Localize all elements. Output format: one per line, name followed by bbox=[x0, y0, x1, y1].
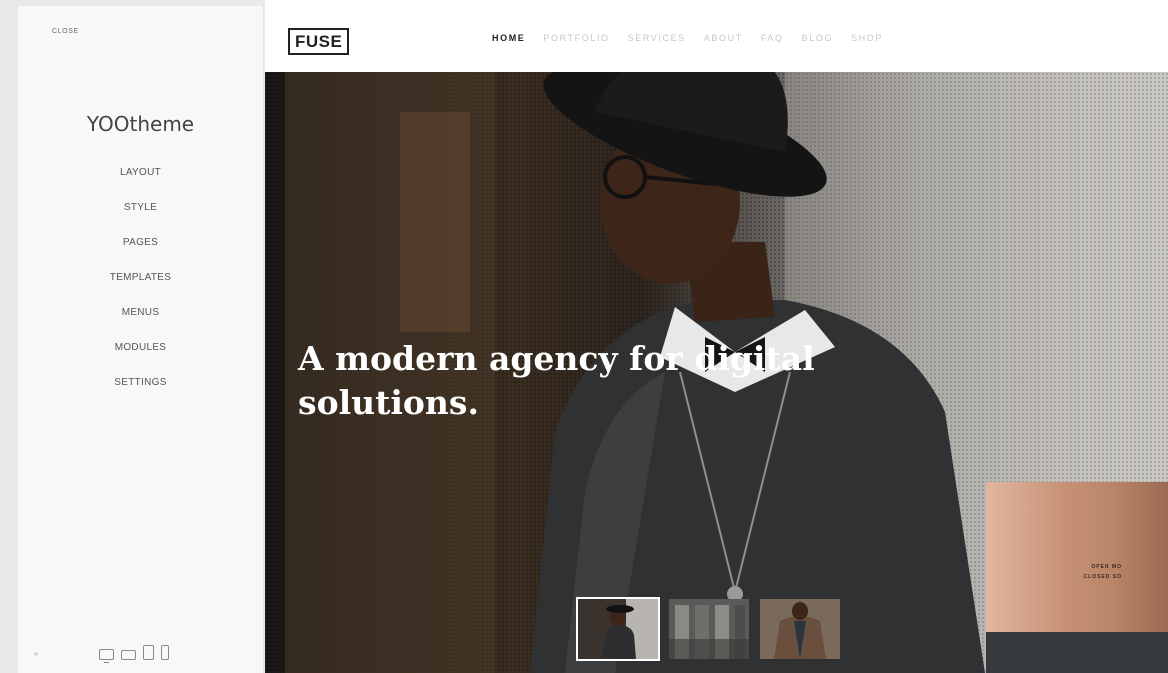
sidebar-title: YOOtheme bbox=[86, 112, 195, 136]
sidebar-nav: LAYOUT STYLE PAGES TEMPLATES MENUS MODUL… bbox=[18, 165, 263, 410]
nav-about[interactable]: ABOUT bbox=[704, 33, 743, 43]
nav-services[interactable]: SERVICES bbox=[628, 33, 686, 43]
double-chevron-left-icon[interactable]: « bbox=[34, 649, 38, 658]
hero-headline: A modern agency for digital solutions. bbox=[298, 339, 815, 422]
card-line-1: OPEN MO bbox=[1091, 564, 1122, 570]
nav-home[interactable]: HOME bbox=[492, 33, 525, 43]
sidebar-item-style[interactable]: STYLE bbox=[18, 200, 263, 235]
thumbnail-portrait[interactable] bbox=[576, 597, 660, 661]
phone-icon[interactable] bbox=[161, 645, 169, 660]
nav-blog[interactable]: BLOG bbox=[802, 33, 833, 43]
thumbnail-office[interactable] bbox=[669, 599, 749, 659]
sidebar-item-settings[interactable]: SETTINGS bbox=[18, 375, 263, 410]
customizer-sidebar: CLOSE YOOtheme LAYOUT STYLE PAGES TEMPLA… bbox=[18, 6, 264, 673]
brand-card: OPEN MO CLOSED SO bbox=[986, 482, 1168, 632]
thumbnail-coat[interactable] bbox=[760, 599, 840, 659]
sidebar-footer: « bbox=[18, 635, 263, 673]
tablet-icon[interactable] bbox=[143, 645, 154, 660]
sidebar-item-modules[interactable]: MODULES bbox=[18, 340, 263, 375]
sidebar-item-templates[interactable]: TEMPLATES bbox=[18, 270, 263, 305]
sidebar-item-pages[interactable]: PAGES bbox=[18, 235, 263, 270]
brand-card-base bbox=[986, 632, 1168, 673]
main-nav: HOME PORTFOLIO SERVICES ABOUT FAQ BLOG S… bbox=[492, 33, 901, 43]
nav-shop[interactable]: SHOP bbox=[851, 33, 883, 43]
site-logo[interactable]: FUSE bbox=[288, 28, 350, 55]
sidebar-item-menus[interactable]: MENUS bbox=[18, 305, 263, 340]
card-line-2: CLOSED SO bbox=[1083, 574, 1122, 580]
device-preview-switcher bbox=[99, 645, 169, 664]
sidebar-item-layout[interactable]: LAYOUT bbox=[18, 165, 263, 200]
laptop-icon[interactable] bbox=[121, 650, 136, 660]
nav-portfolio[interactable]: PORTFOLIO bbox=[543, 33, 609, 43]
hero-thumbnails bbox=[576, 597, 840, 661]
hero-section: A modern agency for digital solutions. O… bbox=[265, 72, 1168, 673]
desktop-icon[interactable] bbox=[99, 649, 114, 664]
site-header: FUSE HOME PORTFOLIO SERVICES ABOUT FAQ B… bbox=[265, 0, 1168, 72]
nav-faq[interactable]: FAQ bbox=[761, 33, 784, 43]
close-button[interactable]: CLOSE bbox=[52, 28, 79, 35]
